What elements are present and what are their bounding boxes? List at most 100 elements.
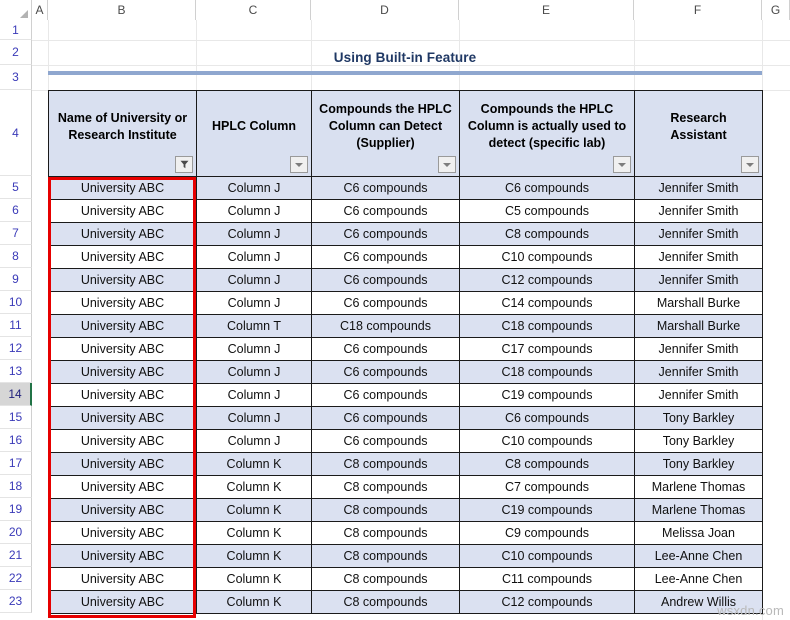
column-header-g[interactable]: G [762,0,790,20]
table-cell[interactable]: University ABC [48,521,197,545]
table-row[interactable]: University ABC Column K C8 compounds C12 co… [48,590,763,614]
row-header-5[interactable]: 5 [0,176,32,199]
table-row[interactable]: University ABC Column K C8 compounds C7 com… [48,475,763,499]
table-row[interactable]: University ABC Column K C8 compounds C8 com… [48,452,763,476]
table-cell[interactable]: Jennifer Smith [634,268,763,292]
row-header-19[interactable]: 19 [0,498,32,521]
table-cell[interactable]: C6 compounds [311,245,460,269]
table-cell[interactable]: Column J [196,383,312,407]
row-header-12[interactable]: 12 [0,337,32,360]
table-cell[interactable]: C12 compounds [459,590,635,614]
table-cell[interactable]: C6 compounds [311,176,460,200]
table-cell[interactable]: University ABC [48,383,197,407]
table-cell[interactable]: Jennifer Smith [634,245,763,269]
table-cell[interactable]: Column J [196,291,312,315]
table-row[interactable]: University ABC Column J C6 compounds C17 co… [48,337,763,361]
table-row[interactable]: University ABC Column J C6 compounds C12 co… [48,268,763,292]
table-cell[interactable]: Jennifer Smith [634,222,763,246]
table-cell[interactable]: Marshall Burke [634,314,763,338]
table-row[interactable]: University ABC Column T C18 compounds C18 c… [48,314,763,338]
table-row[interactable]: University ABC Column J C6 compounds C10 co… [48,429,763,453]
table-cell[interactable]: C17 compounds [459,337,635,361]
row-header-7[interactable]: 7 [0,222,32,245]
table-cell[interactable]: University ABC [48,544,197,568]
table-cell[interactable]: C7 compounds [459,475,635,499]
row-header-15[interactable]: 15 [0,406,32,429]
column-header-f[interactable]: F [634,0,762,20]
row-header-14[interactable]: 14 [0,383,32,406]
table-cell[interactable]: Column K [196,452,312,476]
table-row[interactable]: University ABC Column K C8 compounds C10 co… [48,544,763,568]
table-row[interactable]: University ABC Column J C6 compounds C19 co… [48,383,763,407]
table-cell[interactable]: Tony Barkley [634,429,763,453]
table-cell[interactable]: C6 compounds [311,337,460,361]
row-header-6[interactable]: 6 [0,199,32,222]
table-row[interactable]: University ABC Column K C8 compounds C9 com… [48,521,763,545]
row-header-10[interactable]: 10 [0,291,32,314]
table-cell[interactable]: Column K [196,475,312,499]
table-cell[interactable]: C6 compounds [311,360,460,384]
table-row[interactable]: University ABC Column J C6 compounds C8 com… [48,222,763,246]
filter-button-supplier-compounds[interactable] [438,156,456,173]
table-row[interactable]: University ABC Column K C8 compounds C11 co… [48,567,763,591]
row-header-20[interactable]: 20 [0,521,32,544]
table-cell[interactable]: University ABC [48,567,197,591]
table-cell[interactable]: C6 compounds [311,291,460,315]
table-cell[interactable]: C6 compounds [459,176,635,200]
row-header-11[interactable]: 11 [0,314,32,337]
table-cell[interactable]: Marlene Thomas [634,475,763,499]
table-cell[interactable]: C8 compounds [311,544,460,568]
table-cell[interactable]: C10 compounds [459,245,635,269]
table-cell[interactable]: C8 compounds [311,521,460,545]
row-header-21[interactable]: 21 [0,544,32,567]
table-cell[interactable]: University ABC [48,475,197,499]
table-cell[interactable]: University ABC [48,337,197,361]
table-cell[interactable]: Column J [196,222,312,246]
table-cell[interactable]: C6 compounds [311,383,460,407]
table-cell[interactable]: C8 compounds [311,590,460,614]
table-row[interactable]: University ABC Column J C6 compounds C10 co… [48,245,763,269]
row-header-18[interactable]: 18 [0,475,32,498]
table-cell[interactable]: C8 compounds [311,452,460,476]
table-cell[interactable]: C8 compounds [311,567,460,591]
table-row[interactable]: University ABC Column J C6 compounds C18 co… [48,360,763,384]
table-cell[interactable]: Melissa Joan [634,521,763,545]
table-cell[interactable]: Column J [196,268,312,292]
table-cell[interactable]: Column J [196,245,312,269]
table-cell[interactable]: University ABC [48,452,197,476]
row-header-3[interactable]: 3 [0,65,32,90]
table-cell[interactable]: C18 compounds [459,314,635,338]
table-cell[interactable]: C9 compounds [459,521,635,545]
table-cell[interactable]: Column K [196,521,312,545]
table-cell[interactable]: University ABC [48,176,197,200]
table-cell[interactable]: University ABC [48,360,197,384]
table-cell[interactable]: Column J [196,406,312,430]
table-cell[interactable]: Jennifer Smith [634,383,763,407]
table-cell[interactable]: Marlene Thomas [634,498,763,522]
filter-button-university[interactable] [175,156,193,173]
table-cell[interactable]: Jennifer Smith [634,199,763,223]
table-cell[interactable]: University ABC [48,429,197,453]
table-cell[interactable]: C19 compounds [459,383,635,407]
column-header-d[interactable]: D [311,0,459,20]
table-cell[interactable]: University ABC [48,268,197,292]
filter-button-hplc-column[interactable] [290,156,308,173]
table-cell[interactable]: University ABC [48,245,197,269]
table-cell[interactable]: C8 compounds [459,452,635,476]
table-cell[interactable]: C18 compounds [459,360,635,384]
row-header-1[interactable]: 1 [0,20,32,40]
table-row[interactable]: University ABC Column J C6 compounds C6 com… [48,406,763,430]
row-header-23[interactable]: 23 [0,590,32,613]
row-header-16[interactable]: 16 [0,429,32,452]
filter-button-lab-compounds[interactable] [613,156,631,173]
table-cell[interactable]: Jennifer Smith [634,176,763,200]
table-cell[interactable]: C6 compounds [459,406,635,430]
table-cell[interactable]: C11 compounds [459,567,635,591]
row-header-17[interactable]: 17 [0,452,32,475]
table-cell[interactable]: University ABC [48,222,197,246]
table-cell[interactable]: Jennifer Smith [634,337,763,361]
table-cell[interactable]: University ABC [48,291,197,315]
table-cell[interactable]: C5 compounds [459,199,635,223]
table-cell[interactable]: Column J [196,176,312,200]
table-cell[interactable]: Column K [196,590,312,614]
